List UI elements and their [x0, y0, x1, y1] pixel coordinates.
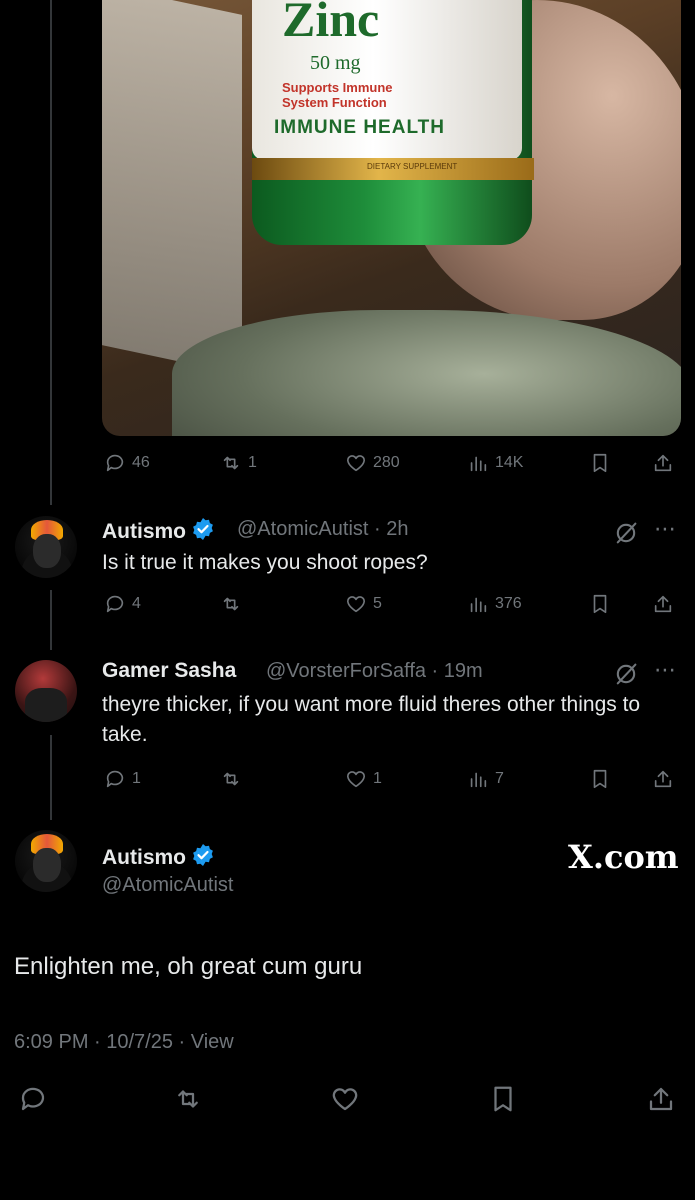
heart-icon [346, 771, 366, 788]
like-button[interactable]: 5 [345, 593, 382, 615]
views-button[interactable]: 376 [467, 593, 522, 615]
verified-badge-icon [193, 518, 213, 540]
tweet-actions: 4 5 376 [102, 593, 682, 617]
views-icon [470, 597, 487, 613]
share-icon [654, 595, 672, 613]
thread-line [50, 590, 52, 650]
author-name-text: Autismo [102, 520, 186, 543]
share-icon[interactable] [646, 1084, 676, 1114]
reply-button[interactable]: 4 [104, 593, 141, 615]
heart-icon[interactable] [330, 1084, 360, 1114]
reply-count: 46 [132, 454, 150, 471]
views-count: 376 [495, 595, 522, 612]
bottle-dose: 50 mg [310, 52, 361, 74]
views-icon [470, 456, 487, 472]
more-options-button[interactable]: ⋯ [654, 657, 677, 683]
x-com-watermark: X.com [568, 838, 679, 876]
repost-button[interactable] [220, 768, 248, 790]
grok-icon[interactable] [612, 519, 640, 547]
views-count: 14K [495, 454, 524, 471]
repost-count: 1 [248, 454, 257, 471]
bottle-brand: Zinc [282, 0, 380, 47]
author-name[interactable]: Autismo [102, 843, 215, 870]
author-name[interactable]: Autismo [102, 517, 215, 544]
thread-line [50, 0, 52, 505]
like-button[interactable]: 1 [345, 768, 382, 790]
views-button[interactable]: 7 [467, 768, 504, 790]
share-icon [654, 770, 672, 788]
repost-icon [223, 597, 239, 611]
like-count: 280 [373, 454, 400, 471]
tweet-meta[interactable]: 6:09 PM · 10/7/25 · View [14, 1031, 234, 1054]
grok-icon[interactable] [612, 660, 640, 688]
heart-icon [346, 455, 366, 472]
share-button[interactable] [652, 593, 674, 615]
views-icon [470, 772, 487, 788]
repost-icon [223, 772, 239, 786]
heart-icon [346, 596, 366, 613]
avatar[interactable] [15, 660, 77, 722]
views-button[interactable]: 14K [467, 452, 523, 474]
bookmark-icon [593, 594, 607, 614]
views-count: 7 [495, 770, 504, 787]
author-name-text: Autismo [102, 846, 186, 869]
reply-icon [106, 595, 124, 613]
reply-icon[interactable] [18, 1084, 48, 1114]
tweet-actions: 46 1 280 14K [102, 452, 682, 476]
like-count: 5 [373, 595, 382, 612]
tweet-media-image[interactable]: Zinc 50 mg Supports Immune System Functi… [102, 0, 681, 436]
bottle-small-text: DIETARY SUPPLEMENT [367, 162, 458, 171]
bookmark-button[interactable] [589, 452, 611, 474]
bottle-gold-band: DIETARY SUPPLEMENT [252, 158, 534, 180]
repost-icon [223, 456, 239, 470]
reply-text: Is it true it makes you shoot ropes? [102, 551, 428, 574]
like-button[interactable]: 280 [345, 452, 400, 474]
bookmark-button[interactable] [589, 593, 611, 615]
more-options-button[interactable]: ⋯ [654, 516, 677, 542]
author-handle-time[interactable]: @AtomicAutist · 2h [237, 518, 408, 541]
share-button[interactable] [652, 452, 674, 474]
bookmark-icon [593, 769, 607, 789]
avatar[interactable] [15, 516, 77, 578]
reply-count: 1 [132, 770, 141, 787]
tweet-actions: 1 1 7 [102, 768, 682, 792]
reply-icon [106, 770, 124, 788]
author-name[interactable]: Gamer Sasha [102, 659, 236, 683]
repost-button[interactable]: 1 [220, 452, 257, 474]
reply-button[interactable]: 1 [104, 768, 141, 790]
verified-badge-icon [193, 844, 213, 866]
repost-icon[interactable] [173, 1084, 203, 1114]
reply-button[interactable]: 46 [104, 452, 150, 474]
avatar[interactable] [15, 830, 77, 892]
bottle-band: IMMUNE HEALTH [274, 117, 445, 138]
like-count: 1 [373, 770, 382, 787]
bookmark-icon[interactable] [488, 1084, 518, 1114]
bookmark-button[interactable] [589, 768, 611, 790]
reply-icon [106, 454, 124, 472]
share-icon [654, 454, 672, 472]
tweet-text: Enlighten me, oh great cum guru [14, 953, 363, 980]
bottle-label: Zinc 50 mg Supports Immune System Functi… [252, 0, 522, 160]
thread-line [50, 735, 52, 820]
author-handle-time[interactable]: @VorsterForSaffa · 19m [266, 660, 483, 683]
repost-button[interactable] [220, 593, 248, 615]
author-handle[interactable]: @AtomicAutist [102, 874, 233, 897]
reply-count: 4 [132, 595, 141, 612]
bottle-claim: Supports Immune System Function [282, 80, 393, 110]
bookmark-icon [593, 453, 607, 473]
share-button[interactable] [652, 768, 674, 790]
reply-text: theyre thicker, if you want more fluid t… [102, 693, 641, 746]
